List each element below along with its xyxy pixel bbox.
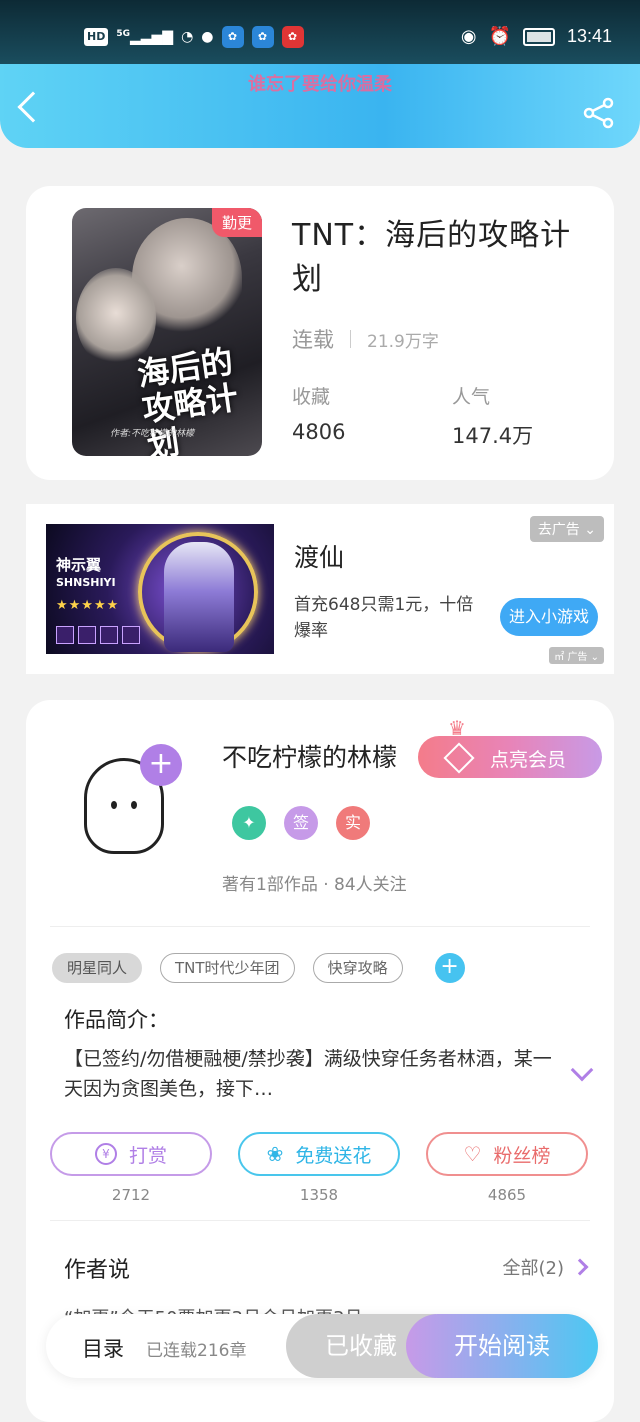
clover-app-icon: ✿ <box>221 26 244 48</box>
status-time: 13:41 <box>566 26 612 46</box>
skill-icon <box>100 626 118 644</box>
chevron-down-icon[interactable] <box>570 1058 594 1082</box>
author-badges: ✦ 签 实 <box>232 806 370 840</box>
status-right: ◉ ⏰ 13:41 <box>461 26 612 47</box>
tag-item[interactable]: 快穿攻略 <box>312 953 403 983</box>
tip-button[interactable]: ¥ 打赏 <box>50 1132 212 1176</box>
tag-item[interactable]: 明星同人 <box>52 953 143 983</box>
bottom-action-bar: 目录 已连载216章 已收藏 开始阅读 <box>46 1314 598 1378</box>
popularity-label: 人气 <box>452 386 491 408</box>
ad-image-logo: 神示翼 <box>56 556 102 574</box>
diamond-icon <box>443 742 475 774</box>
tip-label: 打赏 <box>128 1144 167 1167</box>
author-says-heading: 作者说 <box>64 1258 131 1283</box>
favorites-value: 4806 <box>292 420 346 444</box>
start-reading-button[interactable]: 开始阅读 <box>406 1314 598 1378</box>
globe-icon: ● <box>201 29 214 45</box>
send-flower-label: 免费送花 <box>295 1144 372 1167</box>
follow-button[interactable]: + <box>140 744 182 786</box>
popularity-value: 147.4万 <box>452 424 534 448</box>
fan-ranking-button[interactable]: ♡ 粉丝榜 <box>426 1132 588 1176</box>
yen-icon: ¥ <box>94 1143 117 1165</box>
skill-icon <box>122 626 140 644</box>
book-cover[interactable]: 海后的攻略计划 作者:不吃柠檬的林檬 勤更 <box>72 208 262 456</box>
ad-cta-button[interactable]: 进入小游戏 <box>500 598 598 636</box>
fan-ranking-label: 粉丝榜 <box>493 1144 551 1167</box>
vip-label: 点亮会员 <box>490 749 567 771</box>
ad-title: 渡仙 <box>294 543 345 572</box>
avatar-eye <box>111 801 117 809</box>
book-meta: 连载 21.9万字 <box>292 324 439 354</box>
divider <box>50 1220 590 1221</box>
alarm-icon: ⏰ <box>488 26 511 47</box>
cover-figure-2 <box>76 268 156 368</box>
cover-subtitle: 作者:不吃柠檬的林檬 <box>110 429 195 439</box>
verified-badge[interactable]: 实 <box>336 806 370 840</box>
chevron-right-icon <box>571 1258 589 1276</box>
view-all-label: 全部(2) <box>502 1258 565 1279</box>
ad-image-logo-sub: SHNSHIYI <box>56 576 116 589</box>
eye-icon: ◉ <box>460 26 477 47</box>
wifi-icon: ◔ <box>181 29 194 45</box>
status-bar: HD 5G▂▃▅▇ ◔ ● ✿ ✿ ✿ ◉ ⏰ 13:41 <box>0 0 640 64</box>
vip-button[interactable]: ♛ 点亮会员 <box>418 716 602 778</box>
ad-mark: ㎡ 广告 ⌄ <box>549 647 604 664</box>
remove-ad-button[interactable]: 去广告 ⌄ <box>529 516 604 542</box>
signal-icon: 5G▂▃▅▇ <box>116 28 174 46</box>
back-icon[interactable] <box>17 91 49 123</box>
share-icon[interactable] <box>582 96 616 130</box>
ad-image[interactable]: 神示翼 SHNSHIYI ★★★★★ <box>46 524 274 654</box>
battery-icon <box>522 27 555 46</box>
book-title: TNT：海后的攻略计划 <box>292 218 572 297</box>
book-info-card: 海后的攻略计划 作者:不吃柠檬的林檬 勤更 TNT：海后的攻略计划 连载 21.… <box>26 186 614 480</box>
ad-hero-figure <box>164 542 234 652</box>
intro-heading: 作品简介： <box>64 1008 169 1032</box>
hd-badge: HD <box>84 28 109 46</box>
divider <box>50 926 590 927</box>
ad-chips <box>56 626 140 644</box>
user-heart-icon: ♡ <box>463 1142 482 1166</box>
ad-card[interactable]: 神示翼 SHNSHIYI ★★★★★ 去广告 ⌄ 渡仙 首充648只需1元，十倍… <box>26 504 614 674</box>
header-title: 谁忘了要给你温柔 <box>248 74 392 95</box>
skill-icon <box>56 626 74 644</box>
toc-button[interactable]: 目录 <box>82 1333 124 1363</box>
fan-count: 4865 <box>487 1186 527 1204</box>
add-tag-button[interactable]: + <box>434 953 465 983</box>
meta-divider <box>350 330 351 348</box>
flower-count: 1358 <box>299 1186 339 1204</box>
flower-icon: ❀ <box>266 1142 284 1166</box>
author-stats: 著有1部作品 · 84人关注 <box>222 875 407 895</box>
status-left: HD 5G▂▃▅▇ ◔ ● ✿ ✿ ✿ <box>84 26 304 48</box>
intro-text: 【已签约/勿借梗融梗/禁抄袭】满级快穿任务者林酒，某一天因为贪图美色，接下… <box>64 1048 552 1100</box>
header: 谁忘了要给你温柔 <box>0 64 640 148</box>
send-flower-button[interactable]: ❀ 免费送花 <box>238 1132 400 1176</box>
clover-app-icon-2: ✿ <box>251 26 274 48</box>
author-name[interactable]: 不吃柠檬的林檬 <box>222 738 397 774</box>
ad-description: 首充648只需1元，十倍爆率 <box>294 595 474 641</box>
update-tag: 勤更 <box>211 208 262 237</box>
medal-icon[interactable]: ✦ <box>232 806 266 840</box>
avatar-eye <box>131 801 137 809</box>
star-icons: ★★★★★ <box>56 598 120 613</box>
skill-icon <box>78 626 96 644</box>
signed-badge[interactable]: 签 <box>284 806 318 840</box>
view-all-link[interactable]: 全部(2) <box>502 1254 589 1280</box>
book-status: 连载 <box>292 328 334 352</box>
tag-list: 明星同人 TNT时代少年团 快穿攻略 + <box>52 953 465 983</box>
red-app-icon: ✿ <box>281 26 304 48</box>
chapter-count: 已连载216章 <box>146 1341 247 1361</box>
tip-count: 2712 <box>111 1186 151 1204</box>
tag-item[interactable]: TNT时代少年团 <box>160 953 295 983</box>
favorites-label: 收藏 <box>292 386 331 408</box>
word-count: 21.9万字 <box>367 331 439 352</box>
crown-icon: ♛ <box>448 716 466 740</box>
